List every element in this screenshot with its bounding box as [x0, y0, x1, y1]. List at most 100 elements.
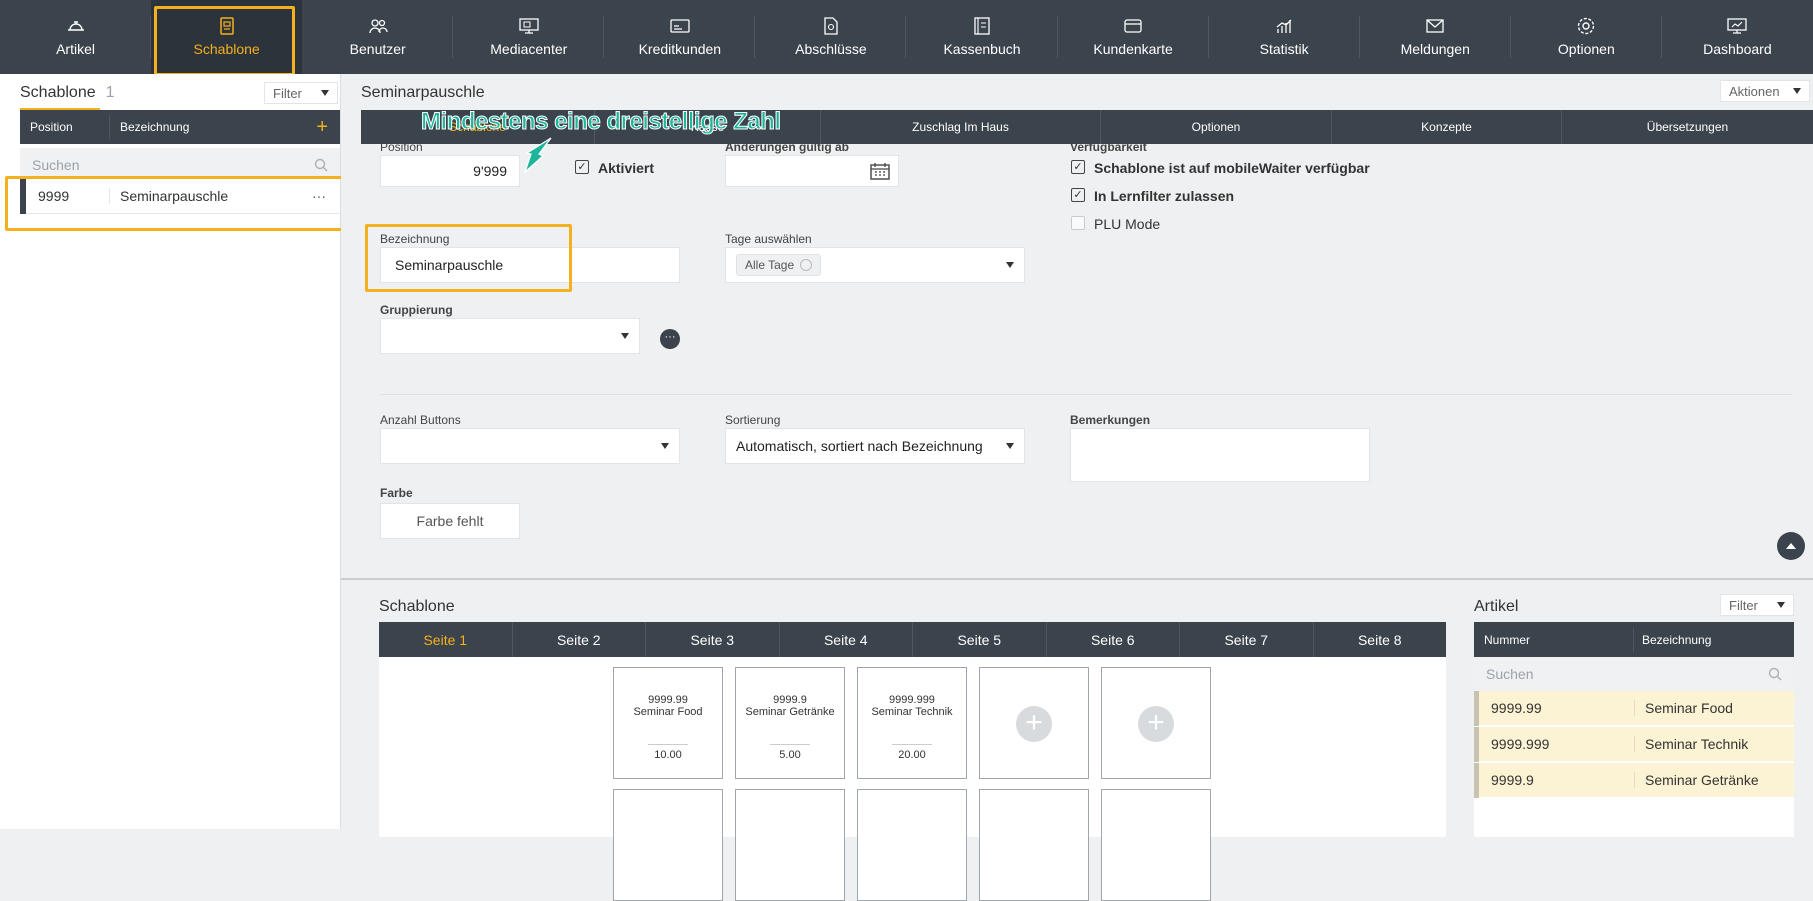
nav-label: Statistik [1259, 41, 1309, 57]
nav-kundenkarte[interactable]: Kundenkarte [1058, 0, 1209, 74]
anzahl-select[interactable] [380, 428, 680, 464]
nav-dashboard[interactable]: Dashboard [1662, 0, 1813, 74]
aktiviert-checkbox[interactable]: ✓ [575, 160, 589, 174]
lernfilter-label: In Lernfilter zulassen [1094, 188, 1235, 204]
tile-price: 10.00 [654, 749, 682, 761]
page-tab[interactable]: Seite 1 [379, 622, 513, 657]
scroll-up-icon[interactable] [1777, 532, 1805, 560]
artikel-search-input[interactable]: Suchen [1474, 657, 1794, 691]
search-icon [314, 158, 328, 172]
calendar-icon[interactable] [870, 162, 890, 180]
farbe-button-label: Farbe fehlt [416, 513, 484, 529]
tab-uebersetzungen[interactable]: Übersetzungen [1562, 110, 1813, 144]
more-icon[interactable]: ··· [312, 188, 340, 204]
tab-konzepte[interactable]: Konzepte [1332, 110, 1562, 144]
lernfilter-checkbox[interactable]: ✓ [1071, 188, 1085, 202]
page-tab[interactable]: Seite 2 [513, 622, 646, 657]
chip-remove-icon[interactable] [800, 259, 813, 271]
nav-kassenbuch[interactable]: Kassenbuch [906, 0, 1058, 74]
artikel-number: 9999.999 [1479, 736, 1635, 752]
nav-label: Abschlüsse [795, 41, 867, 57]
nav-meldungen[interactable]: Meldungen [1360, 0, 1511, 74]
artikel-filter-dropdown[interactable]: Filter [1720, 594, 1794, 616]
aenderungen-date-field[interactable] [725, 155, 899, 187]
page-tab[interactable]: Seite 3 [646, 622, 780, 657]
nav-kreditkunden[interactable]: Kreditkunden [604, 0, 756, 74]
monitor-icon [518, 17, 540, 35]
page-tab[interactable]: Seite 5 [913, 622, 1047, 657]
tage-select[interactable]: Alle Tage [725, 247, 1025, 283]
tab-optionen[interactable]: Optionen [1101, 110, 1332, 144]
article-tile[interactable]: 9999.99 Seminar Food 10.00 [613, 667, 723, 779]
artikel-row[interactable]: 9999.999 Seminar Technik [1474, 726, 1794, 762]
col-bezeichnung[interactable]: Bezeichnung [110, 120, 316, 134]
page-tab[interactable]: Seite 8 [1314, 622, 1447, 657]
empty-tile[interactable] [613, 789, 723, 901]
position-field[interactable]: 9'999 [380, 155, 520, 187]
envelope-icon [1424, 17, 1446, 35]
col-position[interactable]: Position [20, 115, 110, 139]
empty-tile[interactable] [1101, 789, 1211, 901]
nav-abschluesse[interactable]: Abschlüsse [755, 0, 907, 74]
farbe-button[interactable]: Farbe fehlt [380, 503, 520, 539]
nav-benutzer[interactable]: Benutzer [302, 0, 454, 74]
nav-label: Benutzer [349, 41, 406, 57]
bemerkungen-textarea[interactable] [1070, 428, 1370, 482]
artikel-title: Artikel [1474, 598, 1519, 615]
page-tab[interactable]: Seite 4 [780, 622, 913, 657]
tage-chip[interactable]: Alle Tage [736, 254, 822, 276]
list-table-header: Position Bezeichnung + [20, 110, 340, 144]
artikel-body: Suchen 9999.99 Seminar Food 9999.999 Sem… [1474, 657, 1794, 837]
mobilewaiter-checkbox[interactable]: ✓ [1071, 160, 1085, 174]
actions-dropdown[interactable]: Aktionen [1720, 80, 1810, 102]
empty-tile[interactable] [735, 789, 845, 901]
gruppierung-select[interactable] [380, 318, 640, 354]
article-tile[interactable]: 9999.9 Seminar Getränke 5.00 [735, 667, 845, 779]
artikel-row[interactable]: 9999.99 Seminar Food [1474, 690, 1794, 726]
add-icon[interactable]: + [316, 116, 340, 139]
plu-mode-checkbox[interactable] [1071, 216, 1085, 230]
page-tabs: Seite 1 Seite 2 Seite 3 Seite 4 Seite 5 … [379, 622, 1446, 657]
form-divider [380, 394, 1792, 395]
col-bezeichnung[interactable]: Bezeichnung [1634, 633, 1711, 647]
filter-dropdown[interactable]: Filter [264, 82, 338, 104]
tile-number: 9999.999 [889, 694, 935, 706]
bezeichnung-field[interactable]: Seminarpauschle [380, 247, 680, 283]
gruppierung-label: Gruppierung [380, 303, 453, 317]
empty-tile[interactable] [857, 789, 967, 901]
list-count: 1 [105, 84, 115, 101]
search-icon [1768, 667, 1782, 681]
gruppierung-more-icon[interactable]: ··· [660, 329, 680, 349]
artikel-row[interactable]: 9999.9 Seminar Getränke [1474, 762, 1794, 798]
list-item[interactable]: 9999 Seminarpauschle ··· [20, 177, 340, 214]
page-tab[interactable]: Seite 7 [1180, 622, 1314, 657]
col-nummer[interactable]: Nummer [1474, 627, 1634, 652]
empty-tile[interactable]: + [1101, 667, 1211, 779]
nav-mediacenter[interactable]: Mediacenter [453, 0, 605, 74]
row-bezeichnung: Seminarpauschle [120, 187, 229, 204]
customer-card-icon [1122, 17, 1144, 35]
tile-number: 9999.99 [648, 694, 688, 706]
artikel-number: 9999.99 [1479, 700, 1635, 716]
nav-schablone[interactable]: Schablone [151, 0, 303, 74]
anzahl-label: Anzahl Buttons [380, 413, 461, 427]
tage-chip-label: Alle Tage [745, 258, 795, 272]
tile-divider [892, 744, 932, 745]
nav-statistik[interactable]: Statistik [1209, 0, 1360, 74]
nav-optionen[interactable]: Optionen [1511, 0, 1662, 74]
list-search-input[interactable]: Suchen [20, 148, 340, 182]
nav-artikel[interactable]: Artikel [0, 0, 152, 74]
tile-price: 20.00 [898, 749, 926, 761]
artikel-name: Seminar Food [1645, 700, 1733, 716]
tab-zuschlag[interactable]: Zuschlag Im Haus [821, 110, 1101, 144]
page-tab[interactable]: Seite 6 [1047, 622, 1180, 657]
sortierung-select[interactable]: Automatisch, sortiert nach Bezeichnung [725, 428, 1025, 464]
chevron-down-icon [1006, 443, 1014, 449]
nav-label: Schablone [193, 41, 260, 57]
empty-tile[interactable]: + [979, 667, 1089, 779]
tile-name: Seminar Getränke [745, 706, 835, 718]
annotation-text: Mindestens eine dreistellige Zahl [421, 108, 782, 136]
article-tile[interactable]: 9999.999 Seminar Technik 20.00 [857, 667, 967, 779]
search-placeholder: Suchen [1486, 666, 1534, 682]
empty-tile[interactable] [979, 789, 1089, 901]
